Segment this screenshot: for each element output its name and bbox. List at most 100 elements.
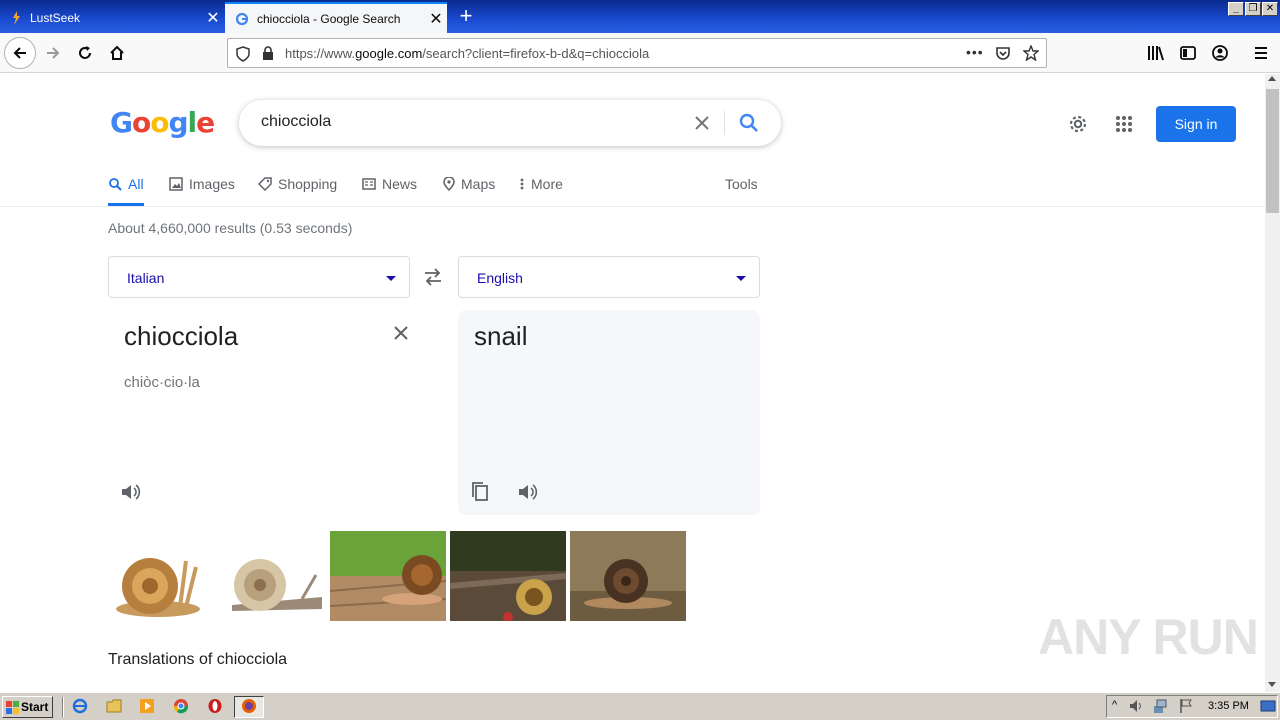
volume-icon[interactable] [1128,698,1144,714]
sidebar-icon[interactable] [1180,45,1196,61]
chevron-up-icon[interactable]: ^ [1112,699,1117,711]
scroll-up-arrow-icon[interactable] [1268,76,1276,81]
tab-google-search[interactable]: chiocciola - Google Search ✕ [225,2,447,33]
source-text[interactable]: chiocciola [124,321,238,352]
search-box[interactable]: chiocciola [239,100,781,146]
image-icon [169,177,183,191]
forward-button[interactable] [38,38,68,68]
opera-icon[interactable] [207,698,223,714]
folder-icon[interactable] [106,698,122,714]
sign-in-button[interactable]: Sign in [1156,106,1236,142]
start-label: Start [21,700,49,714]
close-window-button[interactable]: ✕ [1262,2,1278,16]
library-icon[interactable] [1147,45,1165,61]
back-button[interactable] [4,37,36,69]
network-icon[interactable] [1152,698,1168,714]
taskbar-separator [62,697,64,717]
windows-logo-icon [6,701,19,714]
tab-title: LustSeek [30,10,81,25]
new-tab-button[interactable]: + [452,4,480,30]
browser-tab-bar: LustSeek ✕ chiocciola - Google Search ✕ … [0,0,1280,33]
search-input[interactable]: chiocciola [261,113,331,131]
more-vert-icon [520,178,524,190]
start-button[interactable]: Start [2,696,53,718]
snail-image[interactable] [450,531,566,621]
apps-grid-icon[interactable] [1115,115,1133,133]
page-actions-icon[interactable]: ••• [966,44,984,60]
news-icon [362,178,376,190]
tools-label: Tools [725,176,758,192]
source-language-label: Italian [127,270,165,286]
tab-label: All [128,176,144,192]
snail-image[interactable] [570,531,686,621]
settings-gear-icon[interactable] [1067,113,1089,135]
copy-icon[interactable] [471,482,489,502]
target-language-select[interactable]: English [458,256,760,298]
speaker-icon[interactable] [518,483,538,501]
clear-icon[interactable] [694,115,710,131]
scroll-thumb[interactable] [1266,89,1279,213]
tab-label: News [382,176,418,192]
star-icon[interactable] [1023,45,1039,61]
shield-icon [236,46,250,62]
snail-image[interactable] [212,531,326,621]
chrome-icon[interactable] [173,698,189,714]
close-icon[interactable]: ✕ [202,8,224,28]
url-text: https://www.google.com/search?client=fir… [285,46,650,61]
search-icon[interactable] [739,113,759,133]
anyrun-watermark: ANY RUN [1038,609,1259,665]
clear-source-icon[interactable] [393,325,409,341]
menu-icon[interactable] [1253,45,1269,61]
tab-shopping[interactable]: Shopping [258,176,337,192]
arrow-right-icon [47,47,60,59]
speaker-icon[interactable] [121,483,141,501]
close-icon[interactable]: ✕ [425,9,447,29]
media-player-icon[interactable] [139,698,155,714]
swap-languages-icon[interactable] [423,268,443,286]
reload-icon [79,46,91,59]
internet-explorer-icon[interactable] [72,698,88,714]
tab-more[interactable]: More [519,176,563,192]
dropdown-arrow-icon [386,276,396,281]
home-icon [110,45,124,60]
action-center-flag-icon[interactable] [1178,698,1194,714]
snail-image[interactable] [330,531,446,621]
result-stats: About 4,660,000 results (0.53 seconds) [108,220,353,236]
translated-text: snail [474,321,528,351]
tab-label: Maps [461,176,496,192]
tab-label: More [531,176,563,192]
translation-output-panel: snail [458,310,760,515]
search-divider [724,111,725,135]
lock-icon [263,46,273,60]
source-syllables: chiòc·cio·la [124,374,200,391]
tab-title: chiocciola - Google Search [257,11,401,26]
tools-button[interactable]: Tools [725,176,758,192]
show-desktop-icon[interactable] [1260,698,1276,714]
tag-icon [258,177,272,191]
restore-button[interactable]: ❐ [1245,2,1261,16]
dropdown-arrow-icon [736,276,746,281]
tab-news[interactable]: News [362,176,417,192]
tab-maps[interactable]: Maps [443,176,495,192]
home-button[interactable] [102,38,132,68]
tab-all[interactable]: All [108,176,144,192]
scroll-down-arrow-icon[interactable] [1268,682,1276,687]
navigation-bar: https://www.google.com/search?client=fir… [0,33,1280,73]
google-logo[interactable]: Google [110,106,215,139]
pocket-icon[interactable] [995,45,1011,61]
tab-lustseek[interactable]: LustSeek ✕ [0,2,224,33]
url-bar[interactable]: https://www.google.com/search?client=fir… [227,38,1047,68]
taskbar: Start [0,692,1280,720]
google-favicon-icon [235,12,249,25]
divider [0,206,1265,207]
translations-heading: Translations of chiocciola [108,651,288,668]
minimize-button[interactable]: _ [1228,2,1244,16]
reload-button[interactable] [70,38,100,68]
account-icon[interactable] [1212,45,1228,61]
snail-image[interactable] [108,531,204,621]
tab-images[interactable]: Images [169,176,235,192]
firefox-icon [242,699,256,713]
target-language-label: English [477,270,523,286]
tab-label: Shopping [278,176,338,192]
source-language-select[interactable]: Italian [108,256,410,298]
